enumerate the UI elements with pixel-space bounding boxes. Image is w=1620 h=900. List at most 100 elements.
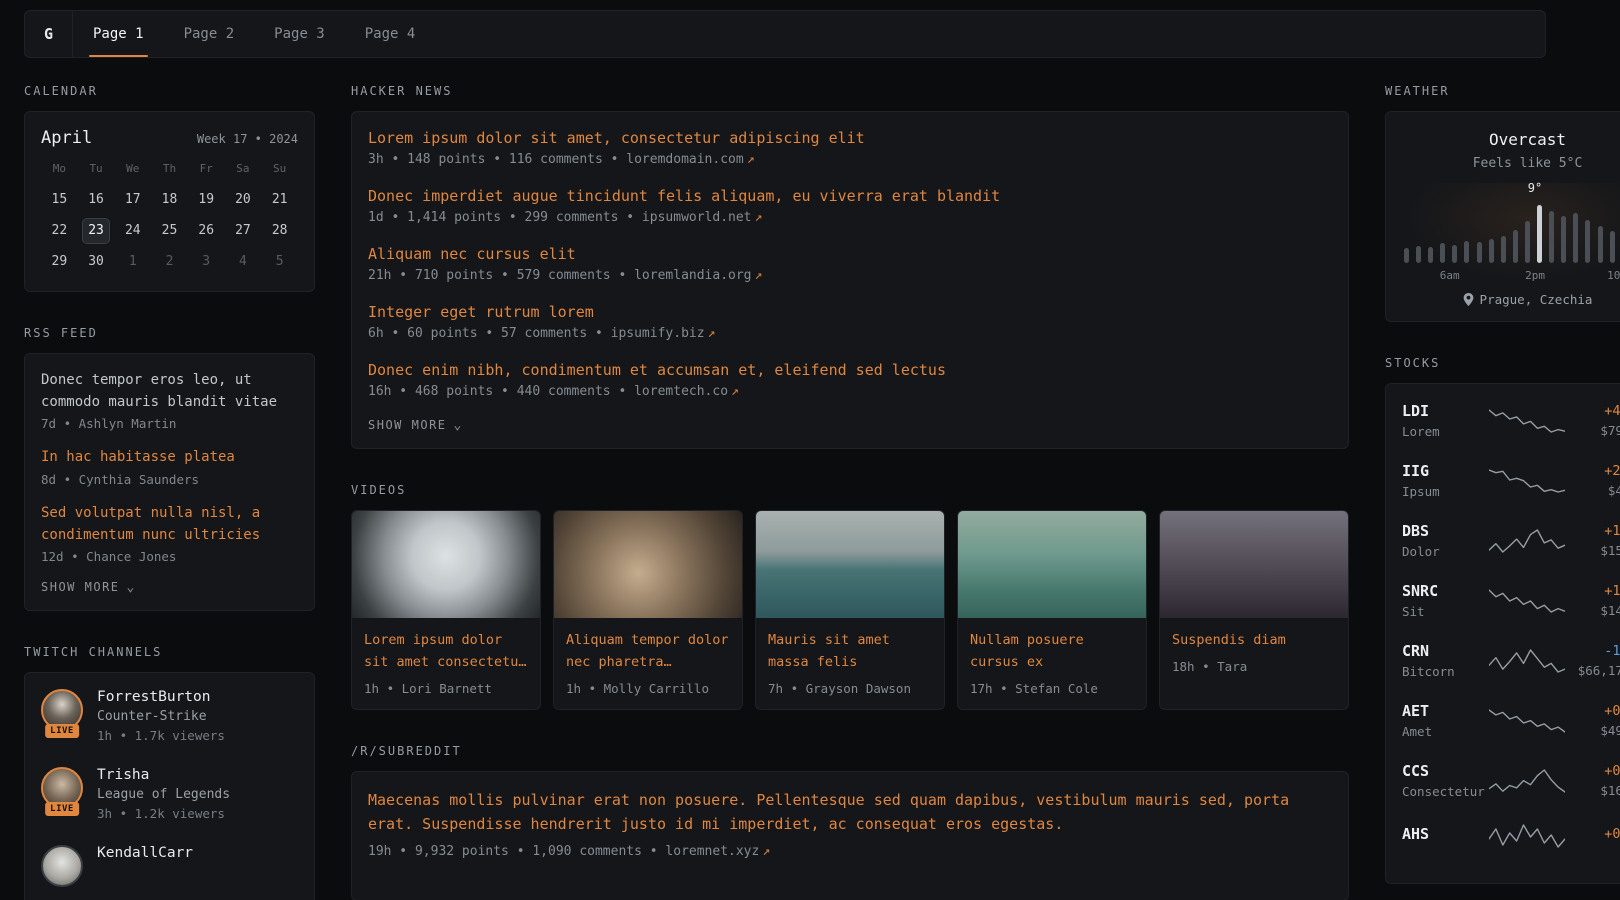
hn-item: Aliquam nec cursus elit 21h • 710 points… bbox=[368, 244, 1332, 283]
external-link-icon[interactable]: ↗ bbox=[755, 268, 763, 283]
chevron-down-icon: ⌄ bbox=[127, 581, 136, 594]
video-title[interactable]: Mauris sit amet massa felis bbox=[768, 632, 890, 670]
tab-page-3[interactable]: Page 3 bbox=[254, 11, 345, 57]
hacker-news-card: Lorem ipsum dolor sit amet, consectetur … bbox=[351, 111, 1349, 449]
rss-item-title[interactable]: In hac habitasse platea bbox=[41, 447, 298, 469]
rss-item-meta: 8d • Cynthia Saunders bbox=[41, 472, 298, 487]
hn-item-title[interactable]: Integer eget rutrum lorem bbox=[368, 303, 594, 321]
stock-symbol[interactable]: AHS bbox=[1402, 825, 1489, 843]
stock-row[interactable]: DBS Dolor +1.42% $156.28 bbox=[1402, 522, 1620, 559]
external-link-icon[interactable]: ↗ bbox=[708, 326, 716, 341]
stock-row[interactable]: CCS Consectetur +0.51% $165.84 bbox=[1402, 762, 1620, 799]
video-title[interactable]: Lorem ipsum dolor sit amet consectetu… bbox=[364, 632, 527, 670]
calendar-day: 21 bbox=[261, 187, 298, 213]
weather-chart: 9° 6am 2pm 10pm bbox=[1402, 183, 1620, 283]
external-link-icon[interactable]: ↗ bbox=[755, 210, 763, 225]
hn-item: Lorem ipsum dolor sit amet, consectetur … bbox=[368, 128, 1332, 167]
video-card[interactable]: Lorem ipsum dolor sit amet consectetu… 1… bbox=[351, 510, 541, 710]
stock-name: Bitcorn bbox=[1402, 664, 1489, 679]
stock-name: Amet bbox=[1402, 724, 1489, 739]
stock-symbol[interactable]: IIG bbox=[1402, 462, 1489, 480]
weather-condition: Overcast bbox=[1402, 130, 1620, 149]
tab-page-4[interactable]: Page 4 bbox=[345, 11, 436, 57]
stock-values: +4.35% $795.18 bbox=[1565, 403, 1620, 438]
hn-show-more-button[interactable]: SHOW MORE ⌄ bbox=[368, 418, 463, 432]
hn-item-title[interactable]: Donec enim nibh, condimentum et accumsan… bbox=[368, 361, 946, 379]
stocks-card: LDI Lorem +4.35% $795.18 IIG Ipsum bbox=[1385, 383, 1620, 884]
rss-widget: RSS FEED Donec tempor eros leo, ut commo… bbox=[24, 326, 315, 611]
stock-row[interactable]: IIG Ipsum +2.84% $42.04 bbox=[1402, 462, 1620, 499]
stock-symbol[interactable]: LDI bbox=[1402, 402, 1489, 420]
stock-change: +2.84% bbox=[1565, 463, 1620, 479]
rss-item: In hac habitasse platea 8d • Cynthia Sau… bbox=[41, 447, 298, 487]
video-card[interactable]: Aliquam tempor dolor nec pharetra… 1h • … bbox=[553, 510, 743, 710]
rss-show-more-button[interactable]: SHOW MORE ⌄ bbox=[41, 580, 136, 594]
hn-item-title[interactable]: Donec imperdiet augue tincidunt felis al… bbox=[368, 187, 1000, 205]
weather-bar bbox=[1416, 246, 1421, 263]
stock-name: Lorem bbox=[1402, 424, 1489, 439]
hn-item-meta: 16h • 468 points • 440 comments • loremt… bbox=[368, 384, 1332, 399]
tab-page-1[interactable]: Page 1 bbox=[73, 11, 164, 57]
post-meta-text: 19h • 9,932 points • 1,090 comments • lo… bbox=[368, 844, 759, 859]
hn-item-title[interactable]: Aliquam nec cursus elit bbox=[368, 245, 576, 263]
channel-name[interactable]: KendallCarr bbox=[97, 845, 193, 861]
external-link-icon[interactable]: ↗ bbox=[762, 844, 770, 859]
stock-id: AET Amet bbox=[1402, 702, 1489, 739]
video-title[interactable]: Nullam posuere cursus ex bbox=[970, 632, 1084, 670]
weather-bar bbox=[1610, 231, 1615, 263]
stock-change: +4.35% bbox=[1565, 403, 1620, 419]
video-thumbnail[interactable] bbox=[554, 511, 742, 618]
video-thumbnail[interactable] bbox=[352, 511, 540, 618]
video-card[interactable]: Mauris sit amet massa felis 7h • Grayson… bbox=[755, 510, 945, 710]
weekday-label: Mo bbox=[41, 162, 78, 182]
page: G Page 1 Page 2 Page 3 Page 4 CALENDAR A… bbox=[24, 0, 1546, 900]
tab-page-2[interactable]: Page 2 bbox=[164, 11, 255, 57]
external-link-icon[interactable]: ↗ bbox=[747, 152, 755, 167]
channel-name[interactable]: ForrestBurton bbox=[97, 689, 225, 705]
stock-sparkline bbox=[1489, 467, 1565, 495]
video-body: Aliquam tempor dolor nec pharetra… 1h • … bbox=[554, 618, 742, 709]
stock-price: $148.64 bbox=[1565, 603, 1620, 618]
video-thumbnail[interactable] bbox=[958, 511, 1146, 618]
weather-bar bbox=[1477, 242, 1482, 263]
channel-name[interactable]: Trisha bbox=[97, 767, 230, 783]
external-link-icon[interactable]: ↗ bbox=[731, 384, 739, 399]
video-card[interactable]: Nullam posuere cursus ex 17h • Stefan Co… bbox=[957, 510, 1147, 710]
stock-symbol[interactable]: SNRC bbox=[1402, 582, 1489, 600]
chevron-down-icon: ⌄ bbox=[454, 419, 463, 432]
stock-values: +1.42% $156.28 bbox=[1565, 523, 1620, 558]
rss-item-title[interactable]: Sed volutpat nulla nisl, a condimentum n… bbox=[41, 503, 298, 546]
stock-symbol[interactable]: DBS bbox=[1402, 522, 1489, 540]
stock-symbol[interactable]: AET bbox=[1402, 702, 1489, 720]
stock-row[interactable]: CRN Bitcorn -1.00% $66,171.48 bbox=[1402, 642, 1620, 679]
stock-row[interactable]: AHS +0.46% bbox=[1402, 822, 1620, 850]
stock-row[interactable]: AET Amet +0.92% $499.72 bbox=[1402, 702, 1620, 739]
twitch-channel-row[interactable]: KendallCarr bbox=[41, 845, 298, 887]
twitch-channel-row[interactable]: LIVE Trisha League of Legends 3h • 1.2k … bbox=[41, 767, 298, 821]
rss-item-title[interactable]: Donec tempor eros leo, ut commodo mauris… bbox=[41, 370, 298, 413]
calendar-day: 18 bbox=[151, 187, 188, 213]
video-thumbnail[interactable] bbox=[1160, 511, 1348, 618]
hn-section-title: HACKER NEWS bbox=[351, 84, 1349, 98]
stock-row[interactable]: LDI Lorem +4.35% $795.18 bbox=[1402, 402, 1620, 439]
video-meta: 17h • Stefan Cole bbox=[970, 681, 1134, 696]
calendar-header: April Week 17 • 2024 bbox=[41, 128, 298, 148]
video-thumbnail[interactable] bbox=[756, 511, 944, 618]
video-card[interactable]: Suspendis diam 18h • Tara bbox=[1159, 510, 1349, 710]
post-meta: 19h • 9,932 points • 1,090 comments • lo… bbox=[368, 844, 1332, 859]
video-title[interactable]: Suspendis diam bbox=[1172, 632, 1286, 648]
calendar-day: 22 bbox=[41, 218, 78, 244]
weather-location: Prague, Czechia bbox=[1402, 292, 1620, 307]
stock-row[interactable]: SNRC Sit +1.36% $148.64 bbox=[1402, 582, 1620, 619]
calendar-month: April bbox=[41, 128, 92, 148]
app-logo[interactable]: G bbox=[25, 11, 73, 57]
stock-values: +0.92% $499.72 bbox=[1565, 703, 1620, 738]
weather-bar bbox=[1440, 243, 1445, 263]
avatar-wrap bbox=[41, 845, 83, 887]
stock-symbol[interactable]: CRN bbox=[1402, 642, 1489, 660]
post-title[interactable]: Maecenas mollis pulvinar erat non posuer… bbox=[368, 791, 1289, 833]
video-title[interactable]: Aliquam tempor dolor nec pharetra… bbox=[566, 632, 729, 670]
hn-item-title[interactable]: Lorem ipsum dolor sit amet, consectetur … bbox=[368, 129, 865, 147]
stock-symbol[interactable]: CCS bbox=[1402, 762, 1489, 780]
twitch-channel-row[interactable]: LIVE ForrestBurton Counter-Strike 1h • 1… bbox=[41, 689, 298, 743]
